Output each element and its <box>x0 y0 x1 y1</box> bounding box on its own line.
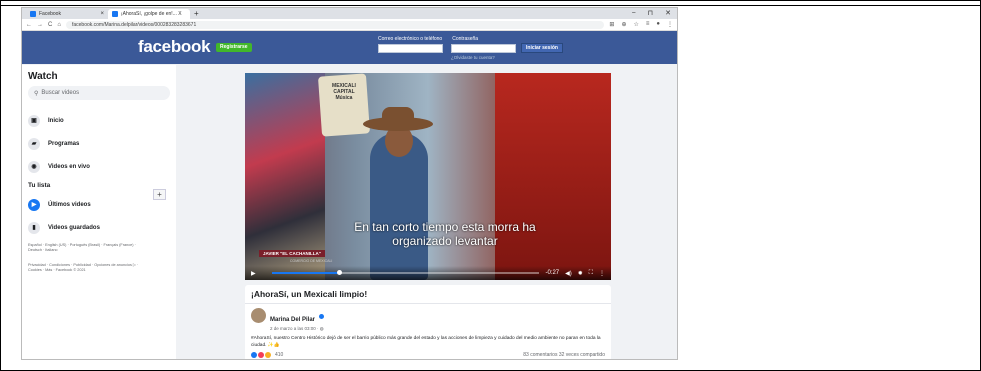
login-labels: Correo electrónico o teléfono Contraseña <box>378 36 478 42</box>
sidebar-item-label: Videos en vivo <box>48 163 90 170</box>
url-input[interactable]: facebook.com/Marina.delpilar/videos/0002… <box>65 20 605 29</box>
translate-icon[interactable]: ⊞ <box>609 21 614 28</box>
bookmark-icon: ▮ <box>28 221 40 234</box>
register-button[interactable]: Registrarse <box>216 43 252 52</box>
new-tab-button[interactable]: + <box>190 9 203 19</box>
nameplate: JAVIER "EL CACHANILLA" <box>259 250 325 257</box>
language-links[interactable]: Español · English (US) · Português (Bras… <box>28 243 148 253</box>
sidebar-item-videos-guardados[interactable]: ▮ Videos guardados <box>28 216 170 239</box>
post-title: ¡AhoraSí, un Mexicali limpio! <box>245 285 611 304</box>
author-line: Marina Del Pilar <box>270 308 325 326</box>
password-label: Contraseña <box>452 36 479 42</box>
sidebar-item-label: Últimos videos <box>48 201 91 208</box>
reload-icon[interactable]: C <box>48 22 52 28</box>
settings-icon[interactable]: ✹ <box>578 270 583 277</box>
profile-icon[interactable]: ● <box>656 21 660 28</box>
back-icon[interactable]: ← <box>26 22 32 28</box>
reactions-summary[interactable]: 410 <box>251 352 283 358</box>
progress-knob[interactable] <box>336 270 342 275</box>
reactions-row: 410 83 comentarios 32 veces compartido <box>245 352 611 358</box>
video-controls: ▶ -0:27 ◀) ✹ ⛶ ⋮ <box>245 266 611 280</box>
globe-icon: ◍ <box>319 326 324 331</box>
tv-icon: ▣ <box>28 114 40 127</box>
haha-icon <box>265 352 271 358</box>
sidebar-item-ultimos-videos[interactable]: ▶ Últimos videos <box>28 193 170 216</box>
facebook-favicon-icon <box>112 11 118 17</box>
post-date[interactable]: 2 de marzo a las 03:00 · <box>270 326 320 331</box>
maximize-button[interactable]: ⊓ <box>648 9 653 19</box>
home-icon[interactable]: ⌂ <box>57 22 61 28</box>
verified-icon <box>319 314 325 320</box>
live-icon: ◉ <box>28 160 40 173</box>
add-language-button[interactable]: + <box>153 189 166 200</box>
email-label: Correo electrónico o teléfono <box>378 36 443 42</box>
comments-shares[interactable]: 83 comentarios 32 veces compartido <box>523 352 605 358</box>
toolbar-icons: ⊞ ⊕ ☆ ≡ ● ⋮ <box>609 21 673 28</box>
post-text: #AhoraSí, nuestro Centro Histórico dejó … <box>251 336 601 348</box>
sidebar-item-inicio[interactable]: ▣ Inicio <box>28 109 170 132</box>
love-icon <box>258 352 264 358</box>
progress-fill <box>271 272 339 274</box>
more-icon[interactable]: ⋮ <box>599 270 605 277</box>
tab-video[interactable]: ¡AhoraSí, ¡golpe de en!... X <box>108 9 190 19</box>
tab-label: Facebook <box>39 11 61 17</box>
close-window-button[interactable]: ✕ <box>665 9 671 19</box>
footer-links[interactable]: Privacidad · Condiciones · Publicidad · … <box>28 263 148 273</box>
section-title: Tu lista <box>28 182 51 189</box>
author-name[interactable]: Marina Del Pilar <box>270 317 315 323</box>
forgot-account-link[interactable]: ¿Olvidaste tu cuenta? <box>451 55 495 60</box>
sidebar-item-programas[interactable]: ▰ Programas <box>28 132 170 155</box>
volume-icon[interactable]: ◀) <box>565 270 572 277</box>
facebook-header: facebook Registrarse Correo electrónico … <box>22 31 677 64</box>
post-card: ¡AhoraSí, un Mexicali limpio! Marina Del… <box>245 285 611 359</box>
sidebar-item-videos-en-vivo[interactable]: ◉ Videos en vivo <box>28 155 170 178</box>
play-button[interactable]: ▶ <box>251 270 256 277</box>
like-icon <box>251 352 257 358</box>
reactions-count: 410 <box>275 352 284 358</box>
top-rule <box>0 5 981 6</box>
nameplate-sub: COMERCIO DE MEXICALI <box>290 259 333 263</box>
facebook-favicon-icon <box>30 11 36 17</box>
hat-crown <box>382 107 414 125</box>
address-bar-row: ← → C ⌂ facebook.com/Marina.delpilar/vid… <box>22 19 677 31</box>
play-icon: ▶ <box>28 198 40 211</box>
search-input[interactable]: ⚲ Buscar videos <box>28 86 170 100</box>
forward-icon[interactable]: → <box>37 22 43 28</box>
close-icon[interactable]: × <box>100 11 104 17</box>
email-field[interactable] <box>378 44 443 53</box>
red-wall-image <box>495 73 611 280</box>
sidebar-item-label: Inicio <box>48 117 64 124</box>
minimize-button[interactable]: − <box>632 9 636 19</box>
post-author-row: Marina Del Pilar 2 de marzo a las 03:00 … <box>245 304 611 332</box>
sidebar-item-label: Videos guardados <box>48 224 100 231</box>
browser-window: Facebook × ¡AhoraSí, ¡golpe de en!... X … <box>21 7 678 360</box>
window-controls: − ⊓ ✕ <box>632 9 677 19</box>
login-button[interactable]: Iniciar sesión <box>521 43 563 53</box>
sidebar-item-label: Programas <box>48 140 80 147</box>
tab-label: ¡AhoraSí, ¡golpe de en!... X <box>121 11 182 17</box>
watch-sidebar: Watch ⚲ Buscar videos ▣ Inicio ▰ Program… <box>22 65 176 359</box>
time-remaining: -0:27 <box>545 270 560 276</box>
tab-facebook[interactable]: Facebook × <box>26 9 108 19</box>
facebook-logo[interactable]: facebook <box>138 37 211 57</box>
video-subtitle: En tan corto tiempo esta morra ha organi… <box>354 220 536 248</box>
tab-bar: Facebook × ¡AhoraSí, ¡golpe de en!... X … <box>22 8 677 19</box>
mural-image <box>245 73 325 280</box>
search-icon: ⚲ <box>34 90 39 97</box>
star-icon[interactable]: ☆ <box>633 21 638 28</box>
fullscreen-icon[interactable]: ⛶ <box>589 270 593 277</box>
sign-text: MEXICALI CAPITAL Música <box>332 83 356 101</box>
progress-bar[interactable] <box>271 270 540 275</box>
search-placeholder: Buscar videos <box>41 90 80 96</box>
post-date-line: 2 de marzo a las 03:00 · ◍ <box>270 326 324 332</box>
menu-icon[interactable]: ⋮ <box>667 21 673 28</box>
extensions-icon[interactable]: ≡ <box>646 21 650 28</box>
zoom-icon[interactable]: ⊕ <box>621 21 626 28</box>
sidebar-title: Watch <box>28 71 58 82</box>
video-player[interactable]: MEXICALI CAPITAL Música En tan corto tie… <box>245 73 611 280</box>
author-block: Marina Del Pilar 2 de marzo a las 03:00 … <box>270 308 325 332</box>
clapper-icon: ▰ <box>28 137 40 150</box>
avatar[interactable] <box>251 308 266 323</box>
password-field[interactable] <box>451 44 516 53</box>
